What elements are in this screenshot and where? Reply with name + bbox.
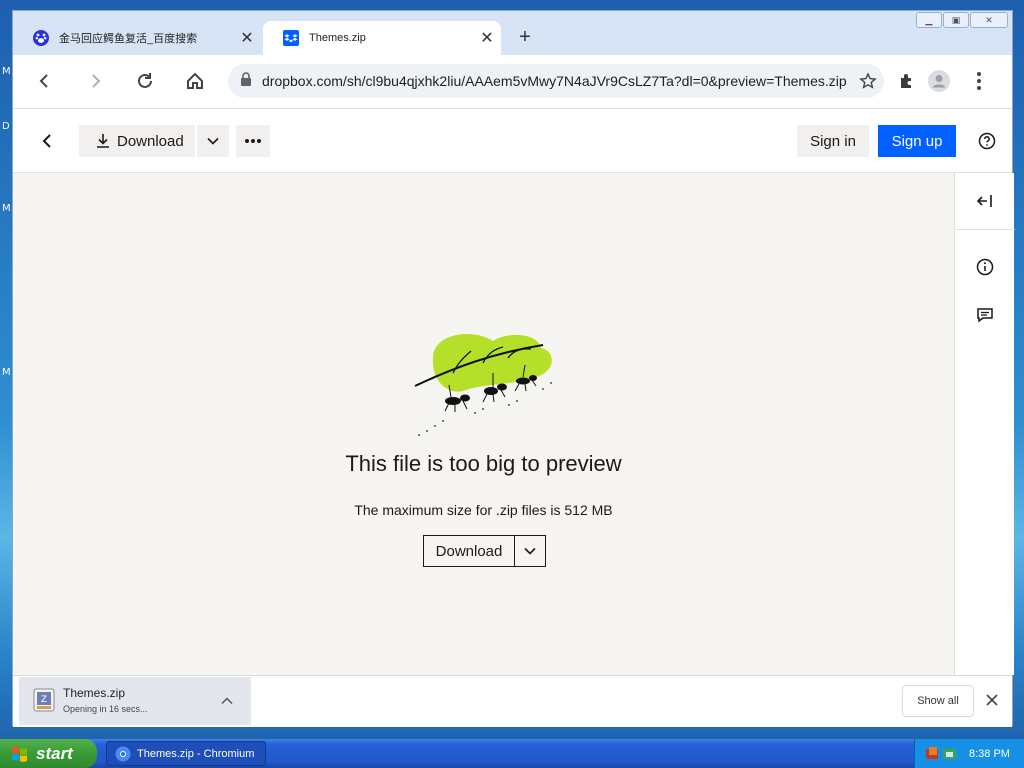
puzzle-icon [901, 74, 911, 88]
dropbox-header: Download Sign in Sign up [13, 109, 1012, 173]
new-tab-button[interactable]: + [513, 25, 537, 49]
taskbar-item-label: Themes.zip - Chromium [137, 747, 255, 760]
extensions-button[interactable] [893, 67, 921, 95]
start-button[interactable]: start [0, 739, 97, 768]
kebab-menu-icon [977, 72, 981, 90]
home-icon [187, 72, 203, 89]
minimize-button[interactable]: ▁ [916, 12, 942, 28]
browser-toolbar: dropbox.com/sh/cl9bu4qjxhk2liu/AAAem5vMw… [13, 55, 1012, 109]
side-rail [954, 173, 1015, 675]
chevron-down-icon [207, 137, 219, 145]
download-options-button[interactable] [197, 125, 229, 157]
tab-themes-zip[interactable]: Themes.zip ✕ [263, 21, 501, 55]
desktop-icon-label: M [2, 66, 11, 77]
chevron-left-icon [42, 134, 51, 148]
chromium-icon [115, 746, 131, 761]
arrow-right-icon [92, 74, 101, 88]
zip-file-icon: Z [33, 688, 55, 712]
browser-window: 金马回应鳄鱼复活_百度搜索 ✕ Themes.zip ✕ + ▁ ▣ ✕ dro… [12, 10, 1015, 727]
show-all-downloads-button[interactable]: Show all [902, 685, 974, 717]
desktop-icon-label: D [2, 121, 10, 132]
svg-text:Z: Z [41, 695, 47, 705]
arrow-left-icon [39, 74, 48, 88]
forward-button[interactable] [81, 67, 109, 95]
preview-download-options-button[interactable] [515, 536, 545, 566]
sign-up-button[interactable]: Sign up [878, 125, 956, 157]
download-icon [97, 134, 109, 148]
file-info-button[interactable] [973, 255, 997, 279]
lock-icon [240, 71, 252, 91]
file-preview-area: This file is too big to preview The maxi… [13, 173, 954, 675]
windows-flag-icon [12, 746, 27, 762]
address-bar[interactable]: dropbox.com/sh/cl9bu4qjxhk2liu/AAAem5vMw… [228, 64, 884, 98]
profile-button[interactable] [925, 67, 953, 95]
tray-icons[interactable] [925, 746, 959, 762]
browser-menu-button[interactable] [965, 67, 993, 95]
download-shelf: Z Themes.zip Opening in 16 secs... Show … [13, 675, 1012, 727]
download-status: Opening in 16 secs... [63, 704, 148, 714]
reload-button[interactable] [131, 67, 159, 95]
download-button[interactable]: Download [79, 125, 195, 157]
tab-close-icon[interactable]: ✕ [473, 28, 501, 48]
taskbar: start Themes.zip - Chromium 8:38 PM [0, 739, 1024, 768]
clock: 8:38 PM [969, 747, 1010, 760]
comment-icon [977, 308, 993, 323]
preview-download-split-button: Download [423, 535, 546, 567]
tab-baidu-search[interactable]: 金马回应鳄鱼复活_百度搜索 ✕ [13, 21, 261, 55]
preview-message-subtitle: The maximum size for .zip files is 512 M… [354, 502, 613, 518]
home-button[interactable] [181, 67, 209, 95]
start-label: start [36, 743, 73, 763]
download-item[interactable]: Z Themes.zip Opening in 16 secs... [19, 677, 251, 725]
help-button[interactable] [975, 129, 999, 153]
system-tray: 8:38 PM [914, 739, 1024, 768]
more-dots-icon [245, 139, 261, 143]
url-text: dropbox.com/sh/cl9bu4qjxhk2liu/AAAem5vMw… [262, 73, 847, 89]
dropbox-icon [283, 30, 299, 46]
sign-in-button[interactable]: Sign in [797, 125, 869, 157]
desktop-icon-label: M [2, 203, 11, 214]
collapse-panel-button[interactable] [973, 189, 997, 213]
avatar-icon [928, 70, 950, 92]
taskbar-chromium-button[interactable]: Themes.zip - Chromium [106, 741, 266, 766]
comments-button[interactable] [973, 303, 997, 327]
preview-download-button[interactable]: Download [424, 536, 515, 566]
tab-close-icon[interactable]: ✕ [233, 28, 261, 48]
help-icon [978, 132, 996, 150]
tab-title: Themes.zip [309, 32, 366, 44]
desktop-icon-label: M [2, 367, 11, 378]
ants-carrying-leaf-illustration [414, 334, 552, 436]
window-close-button[interactable]: ✕ [970, 12, 1008, 28]
download-label: Download [117, 132, 184, 150]
preview-message-title: This file is too big to preview [345, 451, 622, 476]
bookmark-star-icon[interactable] [852, 72, 884, 90]
reload-icon [138, 73, 152, 88]
info-icon [976, 258, 994, 276]
maximize-button[interactable]: ▣ [943, 12, 969, 28]
download-file-name: Themes.zip [63, 686, 126, 700]
more-actions-button[interactable] [236, 125, 270, 157]
back-button[interactable] [31, 67, 59, 95]
chevron-up-icon[interactable] [219, 693, 235, 709]
tab-strip: 金马回应鳄鱼复活_百度搜索 ✕ Themes.zip ✕ + ▁ ▣ ✕ [13, 11, 1012, 55]
close-icon [986, 694, 998, 706]
baidu-paw-icon [33, 30, 49, 46]
tab-title: 金马回应鳄鱼复活_百度搜索 [59, 33, 198, 45]
collapse-left-icon [976, 195, 992, 207]
close-shelf-button[interactable] [982, 690, 1002, 710]
rail-divider [955, 229, 1015, 230]
chevron-down-icon [524, 547, 536, 555]
page-back-button[interactable] [33, 127, 61, 155]
